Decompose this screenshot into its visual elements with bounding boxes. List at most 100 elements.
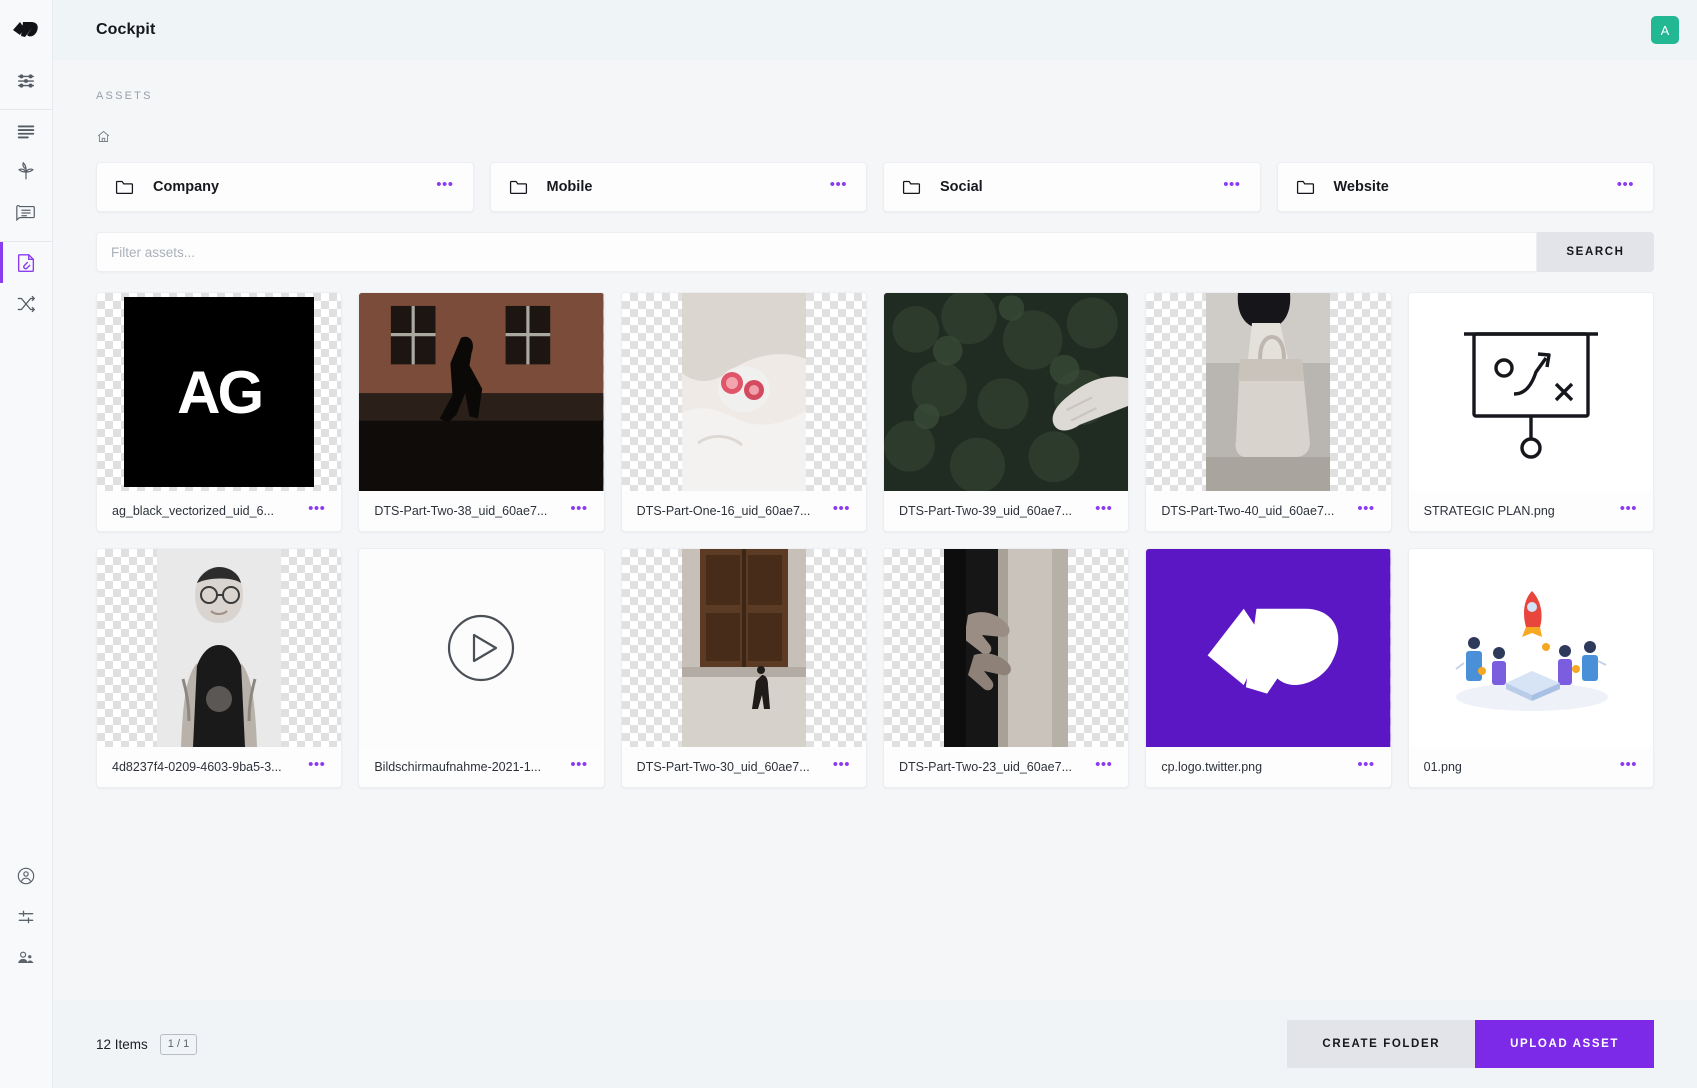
folder-glyph-icon xyxy=(902,179,921,195)
asset-card[interactable]: cp.logo.twitter.png ••• xyxy=(1145,548,1391,788)
footer-actions: CREATE FOLDER UPLOAD ASSET xyxy=(1287,1020,1654,1068)
asset-card[interactable]: DTS-Part-One-16_uid_60ae7... ••• xyxy=(621,292,867,532)
section-label: ASSETS xyxy=(96,90,1654,102)
asset-menu-button[interactable]: ••• xyxy=(831,759,852,775)
breadcrumb xyxy=(96,126,1654,146)
asset-card[interactable]: DTS-Part-Two-39_uid_60ae7... ••• xyxy=(883,292,1129,532)
asset-filename: DTS-Part-Two-40_uid_60ae7... xyxy=(1161,504,1355,518)
folder-card-social[interactable]: Social ••• xyxy=(883,162,1261,212)
folder-menu-button[interactable]: ••• xyxy=(1615,179,1636,195)
app-root: Cockpit A ASSETS xyxy=(0,0,1697,1088)
asset-card[interactable]: AG ag_black_vectorized_uid_6... ••• xyxy=(96,292,342,532)
asset-card[interactable]: DTS-Part-Two-40_uid_60ae7... ••• xyxy=(1145,292,1391,532)
users-icon xyxy=(16,948,36,968)
asset-menu-button[interactable]: ••• xyxy=(1093,759,1114,775)
asset-filename: DTS-Part-Two-38_uid_60ae7... xyxy=(374,504,568,518)
asset-menu-button[interactable]: ••• xyxy=(306,503,327,519)
comments-icon xyxy=(15,202,37,224)
folder-name: Company xyxy=(153,179,434,195)
folder-icon xyxy=(509,179,528,195)
asset-menu-button[interactable]: ••• xyxy=(1355,503,1376,519)
search-input[interactable] xyxy=(96,232,1537,272)
upload-asset-button[interactable]: UPLOAD ASSET xyxy=(1475,1020,1654,1068)
asset-filename: Bildschirmaufnahme-2021-1... xyxy=(374,760,568,774)
asset-image-logo-ag: AG xyxy=(124,297,314,487)
asset-thumbnail xyxy=(622,549,866,747)
avatar[interactable]: A xyxy=(1651,16,1679,44)
asset-card[interactable]: 01.png ••• xyxy=(1408,548,1654,788)
asset-image-photo-portrait xyxy=(157,549,281,747)
asset-image-photo-hands xyxy=(682,293,806,491)
asset-menu-button[interactable]: ••• xyxy=(568,503,589,519)
pagination-indicator[interactable]: 1 / 1 xyxy=(160,1034,197,1055)
asset-card-footer: DTS-Part-Two-39_uid_60ae7... ••• xyxy=(884,491,1128,531)
asset-card-footer: 4d8237f4-0209-4603-9ba5-3... ••• xyxy=(97,747,341,787)
sidebar-item-assets[interactable] xyxy=(0,242,53,283)
sidebar-item-comments[interactable] xyxy=(0,192,53,233)
asset-card[interactable]: Bildschirmaufnahme-2021-1... ••• xyxy=(358,548,604,788)
asset-thumbnail xyxy=(1146,549,1390,747)
sidebar-item-users[interactable] xyxy=(0,937,53,978)
asset-image-illustration xyxy=(1436,573,1626,723)
asset-thumbnail xyxy=(1409,293,1653,491)
asset-image-photo-building xyxy=(359,293,603,491)
sidebar-group-assets xyxy=(0,242,53,324)
folder-card-mobile[interactable]: Mobile ••• xyxy=(490,162,868,212)
search-row: SEARCH xyxy=(96,232,1654,272)
sidebar-bottom-group xyxy=(0,855,53,978)
asset-card-footer: Bildschirmaufnahme-2021-1... ••• xyxy=(359,747,603,787)
folder-menu-button[interactable]: ••• xyxy=(828,179,849,195)
asset-card-footer: DTS-Part-Two-23_uid_60ae7... ••• xyxy=(884,747,1128,787)
asset-card[interactable]: DTS-Part-Two-30_uid_60ae7... ••• xyxy=(621,548,867,788)
folder-name: Social xyxy=(940,179,1221,195)
asset-thumbnail xyxy=(884,549,1128,747)
asset-card[interactable]: DTS-Part-Two-38_uid_60ae7... ••• xyxy=(358,292,604,532)
asset-menu-button[interactable]: ••• xyxy=(1355,759,1376,775)
asset-image-logo-purple xyxy=(1146,549,1390,747)
footer-bar: 12 Items 1 / 1 CREATE FOLDER UPLOAD ASSE… xyxy=(53,1000,1697,1088)
asset-card[interactable]: STRATEGIC PLAN.png ••• xyxy=(1408,292,1654,532)
asset-thumbnail xyxy=(884,293,1128,491)
asset-menu-button[interactable]: ••• xyxy=(831,503,852,519)
asset-menu-button[interactable]: ••• xyxy=(1618,503,1639,519)
asset-thumbnail xyxy=(97,549,341,747)
sidebar-item-preferences[interactable] xyxy=(0,896,53,937)
folder-icon xyxy=(115,179,134,195)
asset-menu-button[interactable]: ••• xyxy=(306,759,327,775)
asset-menu-button[interactable]: ••• xyxy=(568,759,589,775)
sidebar-item-seedling[interactable] xyxy=(0,151,53,192)
content-list-icon xyxy=(15,120,37,142)
sidebar-item-shuffle[interactable] xyxy=(0,283,53,324)
asset-filename: STRATEGIC PLAN.png xyxy=(1424,504,1618,518)
search-button[interactable]: SEARCH xyxy=(1537,232,1654,272)
folder-glyph-icon xyxy=(115,179,134,195)
topbar: Cockpit A xyxy=(53,0,1697,60)
cockpit-logo[interactable] xyxy=(0,0,53,60)
asset-card-footer: ag_black_vectorized_uid_6... ••• xyxy=(97,491,341,531)
asset-thumbnail xyxy=(359,549,603,747)
sidebar-item-content[interactable] xyxy=(0,110,53,151)
asset-image-photo-door xyxy=(682,549,806,747)
sidebar-item-settings-sliders[interactable] xyxy=(0,60,53,101)
sidebar-item-account[interactable] xyxy=(0,855,53,896)
folder-card-website[interactable]: Website ••• xyxy=(1277,162,1655,212)
folder-menu-button[interactable]: ••• xyxy=(434,179,455,195)
folder-card-company[interactable]: Company ••• xyxy=(96,162,474,212)
home-icon[interactable] xyxy=(96,129,111,144)
folder-list: Company ••• Mobile ••• xyxy=(96,162,1654,212)
asset-filename: DTS-Part-Two-23_uid_60ae7... xyxy=(899,760,1093,774)
asset-menu-button[interactable]: ••• xyxy=(1093,503,1114,519)
footer-left: 12 Items 1 / 1 xyxy=(96,1034,197,1055)
settings-sliders-icon xyxy=(15,70,37,92)
create-folder-button[interactable]: CREATE FOLDER xyxy=(1287,1020,1475,1068)
asset-card-footer: DTS-Part-Two-40_uid_60ae7... ••• xyxy=(1146,491,1390,531)
folder-icon xyxy=(902,179,921,195)
asset-card-footer: cp.logo.twitter.png ••• xyxy=(1146,747,1390,787)
asset-card[interactable]: DTS-Part-Two-23_uid_60ae7... ••• xyxy=(883,548,1129,788)
assets-file-icon xyxy=(15,252,37,274)
asset-image-photo-hedge xyxy=(884,293,1128,491)
account-circle-icon xyxy=(16,866,36,886)
asset-card[interactable]: 4d8237f4-0209-4603-9ba5-3... ••• xyxy=(96,548,342,788)
folder-menu-button[interactable]: ••• xyxy=(1221,179,1242,195)
asset-menu-button[interactable]: ••• xyxy=(1618,759,1639,775)
